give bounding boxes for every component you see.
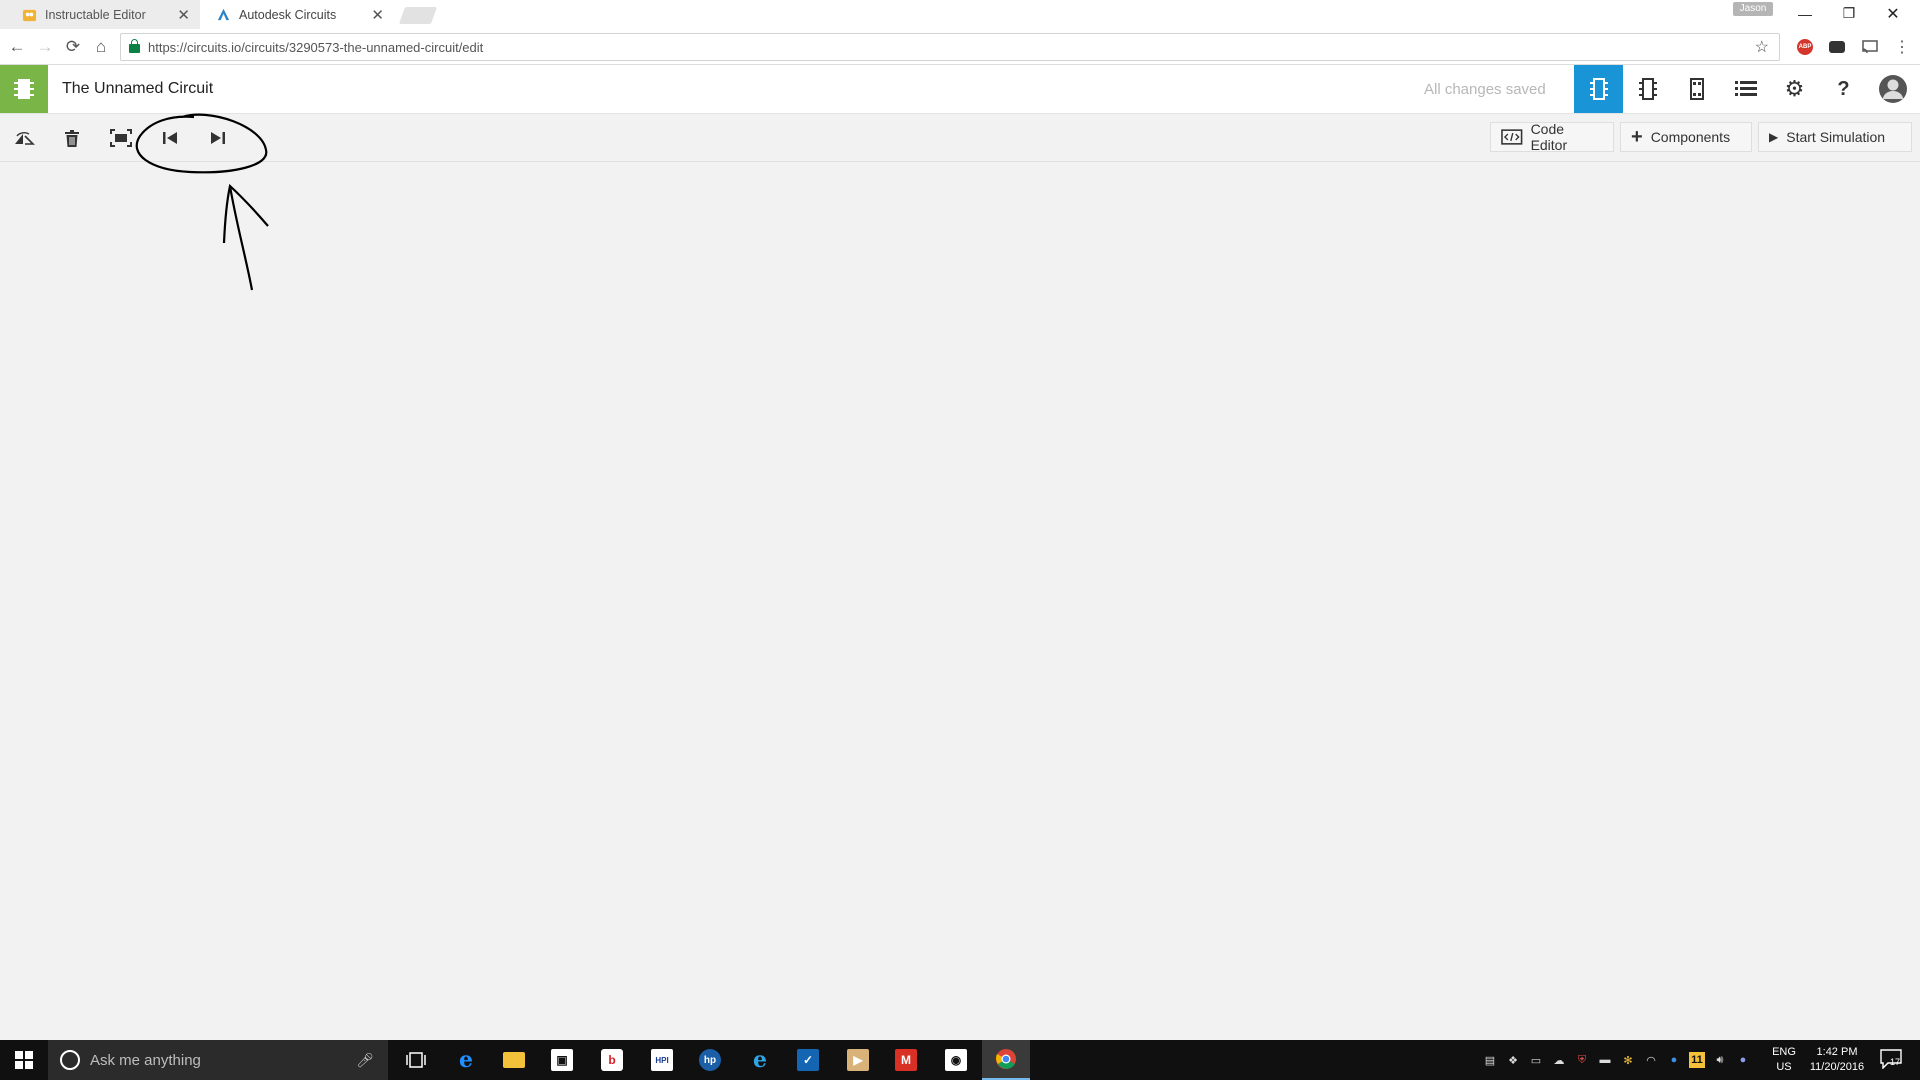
hpi-icon: HPI [651, 1049, 673, 1071]
display-icon[interactable]: ▬ [1597, 1052, 1613, 1068]
microphone-icon[interactable]: 🎤︎ [356, 1052, 374, 1069]
app-icon: ◉ [945, 1049, 967, 1071]
windows-taskbar: Ask me anything 🎤︎ e ▣ b HPI hp e ✓ ▶ M … [0, 1040, 1920, 1080]
taskbar-mail[interactable]: ✓ [784, 1040, 832, 1080]
taskbar-store[interactable]: ▣ [538, 1040, 586, 1080]
task-view-icon [406, 1052, 426, 1068]
taskbar-edge[interactable]: e [442, 1040, 490, 1080]
windows-logo-icon [15, 1051, 33, 1069]
taskbar-chrome[interactable] [982, 1040, 1030, 1080]
mail-check-icon: ✓ [797, 1049, 819, 1071]
language-indicator[interactable]: ENG US [1764, 1045, 1804, 1075]
volume-icon[interactable]: 🔊︎ [1712, 1052, 1728, 1068]
clock-time: 1:42 PM [1816, 1046, 1858, 1058]
network-icon[interactable]: ▭ [1528, 1052, 1544, 1068]
store-icon: ▣ [551, 1049, 573, 1071]
tray-icon-1[interactable]: ▤ [1482, 1052, 1498, 1068]
norton-icon[interactable]: 11 [1689, 1052, 1705, 1068]
tray-app-icon[interactable]: ● [1666, 1052, 1682, 1068]
wifi-icon[interactable]: ◠ [1643, 1052, 1659, 1068]
shield-icon[interactable]: ⛨ [1574, 1052, 1590, 1068]
file-explorer-icon [503, 1052, 525, 1068]
start-button[interactable] [0, 1040, 48, 1080]
search-placeholder: Ask me anything [90, 1051, 201, 1069]
taskbar-hpi[interactable]: HPI [638, 1040, 686, 1080]
ie-icon: e [753, 1047, 767, 1073]
task-view-button[interactable] [392, 1040, 440, 1080]
clock-date: 11/20/2016 [1809, 1061, 1865, 1073]
action-center-button[interactable]: 17 [1880, 1049, 1904, 1071]
dropbox-icon[interactable]: ❖ [1505, 1052, 1521, 1068]
beats-icon: b [601, 1049, 623, 1071]
cortana-search-box[interactable]: Ask me anything 🎤︎ [48, 1040, 388, 1080]
taskbar-hp[interactable]: hp [686, 1040, 734, 1080]
onedrive-icon[interactable]: ☁ [1551, 1052, 1567, 1068]
clock[interactable]: 1:42 PM 11/20/2016 [1802, 1045, 1872, 1075]
taskbar-file-explorer[interactable] [490, 1040, 538, 1080]
gmail-icon: M [895, 1049, 917, 1071]
taskbar-beats[interactable]: b [588, 1040, 636, 1080]
cortana-icon [60, 1050, 80, 1070]
chrome-icon [996, 1049, 1016, 1069]
taskbar-app[interactable]: ◉ [932, 1040, 980, 1080]
region-label: US [1776, 1061, 1792, 1073]
taskbar-internet-explorer[interactable]: e [736, 1040, 784, 1080]
taskbar-gmail[interactable]: M [882, 1040, 930, 1080]
language-label: ENG [1772, 1046, 1796, 1058]
handdrawn-annotation [135, 113, 269, 291]
taskbar-media[interactable]: ▶ [834, 1040, 882, 1080]
media-icon: ▶ [847, 1049, 869, 1071]
notification-count: 17 [1890, 1057, 1901, 1067]
hp-icon: hp [699, 1049, 721, 1071]
edge-icon: e [459, 1047, 473, 1073]
pinwheel-icon[interactable]: ✻ [1620, 1052, 1636, 1068]
bluetooth-icon[interactable]: ● [1735, 1052, 1751, 1068]
